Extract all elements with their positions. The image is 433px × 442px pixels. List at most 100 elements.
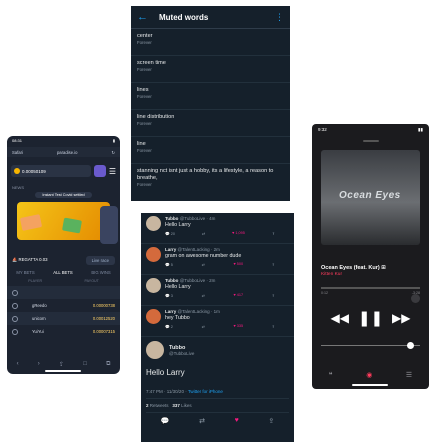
muted-duration: Forever [137, 121, 152, 126]
tweet-stats: 2 Retweets 337 Likes [146, 399, 289, 413]
elapsed-time: 0:12 [321, 290, 328, 295]
muted-word: lines [137, 87, 149, 93]
bookmarks-icon[interactable]: □ [83, 361, 87, 368]
muted-word-row[interactable]: screen time Forever [131, 56, 290, 83]
like-icon[interactable]: ♥ 500 [233, 262, 243, 267]
share-icon[interactable]: ⇪ [272, 324, 275, 329]
reply-tweet[interactable]: Tubbo @TubboLive · 4m Hello Larry 💬 20 ⇄… [141, 213, 294, 244]
reload-icon[interactable]: ↻ [111, 150, 115, 155]
retweet-icon[interactable]: ⇄ [199, 417, 205, 425]
forward-icon[interactable]: ▶▶ [392, 311, 410, 325]
game-icon [12, 302, 18, 309]
payout-amount: 0.00000738 [92, 303, 115, 308]
more-options-icon[interactable] [411, 294, 420, 303]
battery-icon: ▮ [112, 138, 115, 143]
avatar[interactable] [146, 247, 161, 262]
rewind-icon[interactable]: ◀◀ [330, 311, 348, 325]
retweet-icon[interactable]: ⇄ [202, 262, 205, 267]
tab-all-bets[interactable]: ALL BETS [53, 270, 72, 275]
back-icon[interactable]: ‹ [17, 361, 19, 368]
reply-tweet[interactable]: Tubbo @TubboLive · 2m Hello Larry 💬 3 ⇄ … [141, 275, 294, 306]
promo-banner-next[interactable] [100, 206, 118, 244]
like-icon[interactable]: ♥ 1,095 [232, 231, 245, 236]
author-handle: @TubboLive [169, 350, 195, 356]
deposit-button[interactable] [93, 165, 106, 177]
back-to-safari[interactable]: Safari [12, 150, 23, 155]
table-row[interactable]: YuiYui 0.00007315 [7, 325, 120, 338]
share-icon[interactable]: ⇪ [272, 262, 275, 267]
menu-icon[interactable]: ☰ [109, 167, 116, 176]
reply-icon[interactable]: 💬 2 [165, 324, 173, 329]
avatar[interactable] [146, 216, 161, 231]
payout-amount: 0.00012520 [92, 316, 115, 321]
live-race-button[interactable]: Live race [85, 255, 115, 265]
reply-icon[interactable]: 💬 20 [165, 231, 175, 236]
share-icon[interactable]: ⇪ [268, 417, 274, 425]
muted-word: stanning nct isnt just a hobby, its a li… [137, 168, 274, 181]
muted-duration: Forever [137, 182, 152, 187]
retweet-icon[interactable]: ⇄ [202, 231, 205, 236]
table-row[interactable]: unicorn 0.00012520 [7, 312, 120, 325]
news-label: NEWS [12, 185, 24, 190]
reply-icon[interactable]: 💬 3 [165, 293, 173, 298]
balance-display[interactable]: 0.00050109 [11, 165, 91, 177]
url-text: paradise.io [56, 149, 78, 155]
tweet-actions: 💬 2 ⇄ ♥ 335 ⇪ [165, 324, 275, 329]
like-icon[interactable]: ♥ 417 [233, 293, 243, 298]
crypto-casino-screen: 08:31 ▮ Safari paradise.io ↻ 0.00050109 … [7, 136, 120, 374]
share-icon[interactable]: ⇪ [272, 231, 275, 236]
muted-word-row[interactable]: stanning nct isnt just a hobby, its a li… [131, 164, 290, 201]
avatar[interactable] [146, 278, 161, 293]
tweet-meta: Larry @TalentLacking · 2m [165, 247, 220, 252]
reply-icon[interactable]: 💬 5 [165, 262, 173, 267]
status-time: 9:32 [318, 127, 327, 132]
retweet-icon[interactable]: ⇄ [202, 293, 205, 298]
player-name: gReedo [32, 303, 47, 308]
muted-word-row[interactable]: lines Forever [131, 83, 290, 110]
forward-icon[interactable]: › [38, 361, 40, 368]
main-tweet-actions: 💬 ⇄ ♥ ⇪ [146, 413, 289, 425]
progress-bar[interactable] [321, 287, 420, 289]
muted-word-row[interactable]: center Forever [131, 29, 290, 56]
more-options-icon[interactable]: ⋮ [275, 12, 284, 23]
browser-address-bar[interactable]: Safari paradise.io ↻ [7, 147, 120, 157]
reply-icon[interactable]: 💬 [161, 417, 170, 425]
artist-name[interactable]: Kitten Kur [321, 272, 420, 277]
back-arrow-icon[interactable]: ← [137, 11, 151, 23]
lyrics-icon[interactable]: ❝ [329, 371, 333, 379]
bonus-toast: Instant Test Covid settled [35, 192, 92, 198]
tweet-text: Hello Larry [165, 284, 191, 290]
table-row[interactable]: gReedo 0.00000738 [7, 299, 120, 312]
queue-icon[interactable]: ☰ [406, 371, 412, 379]
like-icon[interactable]: ♥ [235, 417, 239, 425]
share-icon[interactable]: ⇪ [59, 361, 64, 368]
avatar[interactable] [146, 309, 161, 324]
avatar[interactable] [146, 341, 164, 359]
tab-big-wins[interactable]: BIG WINS [91, 270, 110, 275]
volume-slider[interactable] [321, 341, 420, 349]
tabs-icon[interactable]: ⧉ [106, 361, 110, 368]
main-tweet-text: Hello Larry [146, 368, 185, 377]
tweet-meta: Larry @TalentLacking · 1m [165, 309, 220, 314]
client-link[interactable]: Twitter for iPhone [188, 389, 223, 394]
muted-word-row[interactable]: line distribution Forever [131, 110, 290, 137]
album-art-title: Ocean Eyes [339, 190, 401, 201]
bets-tabs: MY BETS ALL BETS BIG WINS [7, 270, 120, 275]
muted-word-row[interactable]: line Forever [131, 137, 290, 164]
sheet-grabber[interactable] [362, 140, 379, 142]
share-icon[interactable]: ⇪ [272, 293, 275, 298]
retweet-icon[interactable]: ⇄ [202, 324, 205, 329]
music-player-screen: 9:32 ▮▮ Ocean Eyes Ocean Eyes (feat. Kur… [312, 124, 429, 389]
volume-knob[interactable] [407, 341, 414, 349]
signal-icon: ▮▮ [418, 127, 423, 132]
pause-icon[interactable]: ❚❚ [358, 309, 383, 327]
reply-tweet[interactable]: Larry @TalentLacking · 1m hey Tubbo 💬 2 … [141, 306, 294, 337]
table-row[interactable] [7, 286, 120, 299]
player-bottom-bar: ❝ ◉ ☰ [312, 371, 429, 379]
airplay-icon[interactable]: ◉ [366, 371, 372, 379]
reply-tweet[interactable]: Larry @TalentLacking · 2m gram on awesom… [141, 244, 294, 275]
tab-my-bets[interactable]: MY BETS [16, 270, 34, 275]
like-icon[interactable]: ♥ 335 [233, 324, 243, 329]
tweet-actions: 💬 3 ⇄ ♥ 417 ⇪ [165, 293, 275, 298]
col-player: PLAYER [28, 279, 43, 283]
